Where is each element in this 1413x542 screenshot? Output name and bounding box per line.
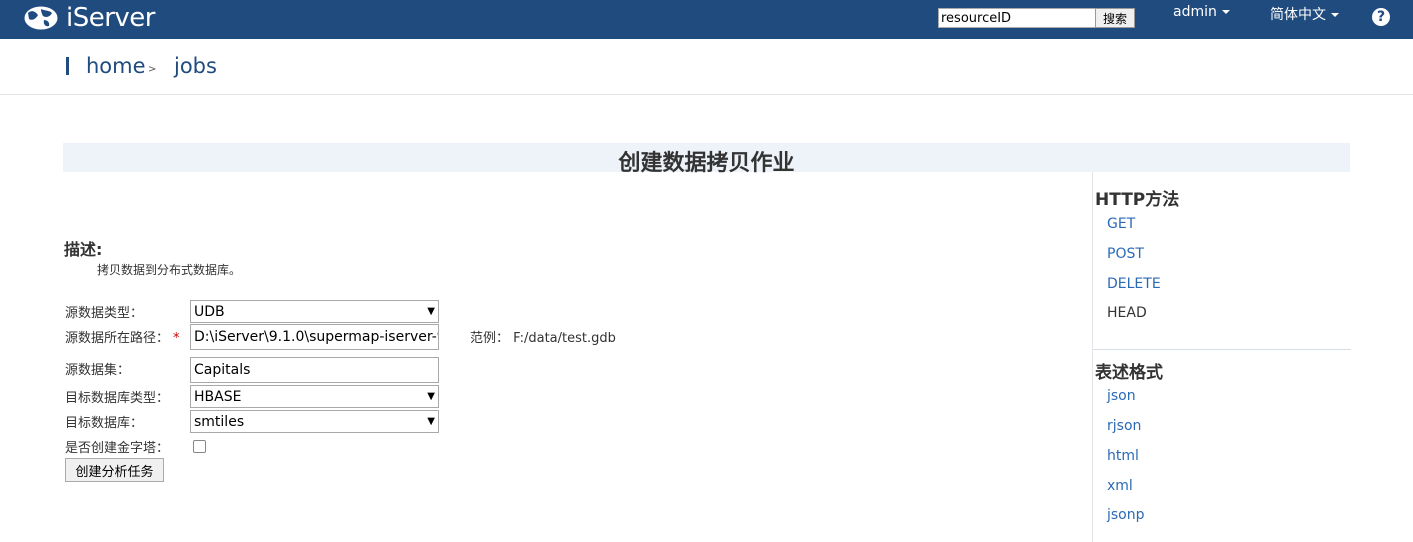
- description-text: 拷贝数据到分布式数据库。: [97, 263, 242, 277]
- dropdown-arrow-icon: ▼: [427, 416, 435, 427]
- help-icon[interactable]: ?: [1372, 8, 1390, 26]
- build-pyramid-label: 是否创建金字塔：: [65, 441, 170, 456]
- target-db-type-select[interactable]: HBASE ▼: [190, 385, 439, 408]
- description-heading: 描述:: [64, 240, 103, 259]
- sidebar: HTTP方法 GET POST DELETE HEAD 表述格式 json rj…: [1092, 172, 1351, 542]
- target-db-label: 目标数据库：: [65, 416, 144, 431]
- format-rjson-link[interactable]: rjson: [1107, 418, 1141, 434]
- source-dataset-input[interactable]: Capitals: [190, 357, 439, 383]
- source-type-select[interactable]: UDB ▼: [190, 300, 439, 323]
- target-db-type-value: HBASE: [194, 388, 242, 405]
- caret-down-icon: [1221, 10, 1230, 14]
- source-path-input[interactable]: D:\iServer\9.1.0\supermap-iserver-9.1: [190, 324, 439, 350]
- breadcrumb: home > jobs: [0, 39, 1413, 95]
- search-button[interactable]: 搜索: [1095, 8, 1135, 28]
- source-dataset-label: 源数据集：: [65, 363, 131, 378]
- language-menu[interactable]: 简体中文: [1270, 4, 1339, 24]
- target-db-select[interactable]: smtiles ▼: [190, 410, 439, 433]
- breadcrumb-separator: >: [148, 64, 157, 75]
- method-head: HEAD: [1107, 305, 1147, 321]
- breadcrumb-home-link[interactable]: home: [86, 54, 146, 78]
- language-menu-label: 简体中文: [1270, 7, 1326, 23]
- caret-down-icon: [1331, 13, 1339, 17]
- format-html-link[interactable]: html: [1107, 448, 1139, 464]
- format-jsonp-link[interactable]: jsonp: [1107, 507, 1145, 523]
- user-menu-label: admin: [1173, 4, 1217, 20]
- source-dataset-value: Capitals: [194, 362, 251, 378]
- method-post-link[interactable]: POST: [1107, 246, 1144, 262]
- logo-text: iServer: [66, 3, 156, 33]
- method-get-link[interactable]: GET: [1107, 216, 1135, 232]
- user-menu[interactable]: admin: [1173, 4, 1230, 20]
- breadcrumb-jobs-link[interactable]: jobs: [174, 54, 217, 78]
- create-analysis-task-button[interactable]: 创建分析任务: [65, 458, 164, 482]
- build-pyramid-checkbox[interactable]: [193, 440, 206, 453]
- source-path-example: 范例： F:/data/test.gdb: [470, 331, 616, 346]
- required-mark: *: [173, 331, 180, 346]
- dropdown-arrow-icon: ▼: [427, 306, 435, 317]
- source-path-value: D:\iServer\9.1.0\supermap-iserver-9.1: [194, 329, 439, 345]
- globe-icon: [23, 5, 59, 31]
- search-input[interactable]: [938, 8, 1096, 28]
- method-delete-link[interactable]: DELETE: [1107, 276, 1161, 292]
- source-type-value: UDB: [194, 303, 225, 320]
- source-path-label: 源数据所在路径： *: [65, 331, 180, 346]
- format-xml-link[interactable]: xml: [1107, 478, 1133, 494]
- format-json-link[interactable]: json: [1107, 388, 1136, 404]
- dropdown-arrow-icon: ▼: [427, 391, 435, 402]
- breadcrumb-marker: [66, 57, 69, 75]
- target-db-type-label: 目标数据库类型：: [65, 391, 170, 406]
- sidebar-divider: [1093, 349, 1351, 350]
- target-db-value: smtiles: [194, 413, 245, 430]
- http-methods-heading: HTTP方法: [1095, 190, 1180, 210]
- title-band: 创建数据拷贝作业: [63, 143, 1350, 176]
- formats-heading: 表述格式: [1095, 363, 1163, 383]
- source-type-label: 源数据类型：: [65, 306, 144, 321]
- top-bar: iServer 搜索 admin 简体中文 ?: [0, 0, 1413, 39]
- iserver-logo[interactable]: iServer: [22, 3, 156, 33]
